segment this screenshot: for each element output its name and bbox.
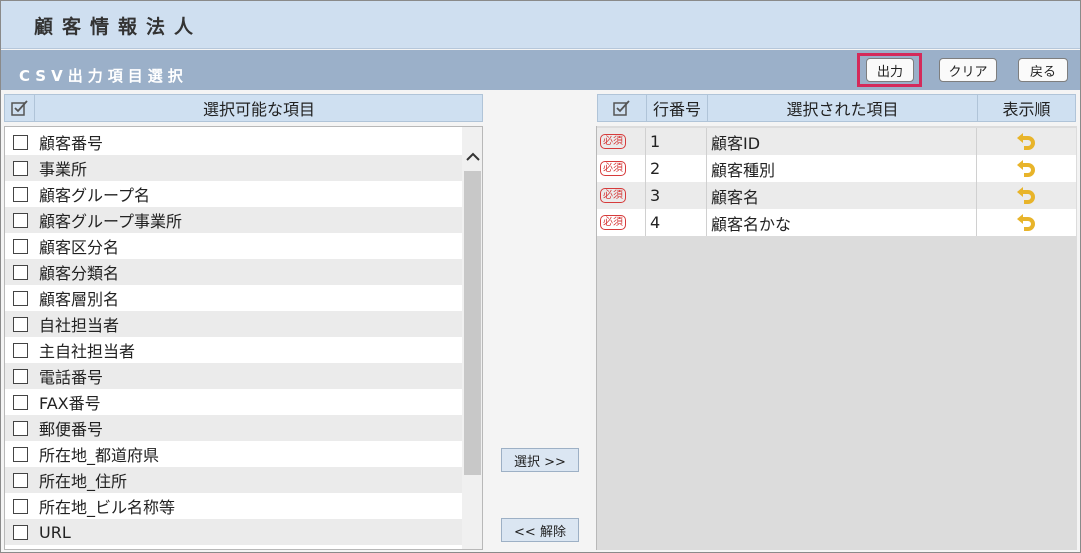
list-item[interactable]: 顧客グループ名 (5, 181, 462, 207)
item-checkbox[interactable] (13, 290, 28, 306)
select-all-selected-checkbox[interactable] (598, 95, 647, 121)
required-badge: 必須 (600, 188, 626, 203)
output-button[interactable]: 出力 (866, 58, 914, 82)
list-item[interactable]: 顧客分類名 (5, 259, 462, 285)
display-order-cell[interactable] (977, 209, 1074, 236)
undo-arrow-icon[interactable] (1015, 131, 1037, 153)
display-order-cell[interactable] (977, 155, 1074, 182)
page-header: 顧客情報法人 (1, 1, 1080, 49)
item-checkbox[interactable] (13, 342, 28, 358)
item-checkbox[interactable] (13, 186, 28, 202)
scroll-up-button[interactable] (462, 145, 482, 169)
page-title: 顧客情報法人 (34, 16, 203, 38)
required-badge: 必須 (600, 161, 626, 176)
list-item[interactable]: 顧客層別名 (5, 285, 462, 311)
item-checkbox[interactable] (13, 160, 28, 176)
list-item[interactable]: 自社担当者 (5, 311, 462, 337)
chevron-up-icon (465, 152, 480, 161)
list-item[interactable]: 電話番号 (5, 363, 462, 389)
row-number: 2 (646, 155, 707, 182)
list-item[interactable]: 顧客グループ事業所 (5, 207, 462, 233)
item-checkbox[interactable] (13, 524, 28, 540)
list-item[interactable]: FAX番号 (5, 389, 462, 415)
undo-arrow-icon[interactable] (1015, 212, 1037, 234)
item-checkbox[interactable] (13, 472, 28, 488)
release-button[interactable]: << 解除 (501, 518, 579, 542)
check-all-icon (10, 100, 28, 116)
item-checkbox[interactable] (13, 368, 28, 384)
selected-items-header: 行番号 選択された項目 表示順 (597, 94, 1076, 122)
list-item[interactable]: 所在地_ビル名称等 (5, 493, 462, 519)
list-item[interactable]: 所在地_都道府県 (5, 441, 462, 467)
list-item[interactable]: 郵便番号 (5, 415, 462, 441)
select-button[interactable]: 選択 >> (501, 448, 579, 472)
list-item[interactable]: 所在地_住所 (5, 467, 462, 493)
list-item[interactable]: 主自社担当者 (5, 337, 462, 363)
required-badge: 必須 (600, 215, 626, 230)
item-checkbox[interactable] (13, 238, 28, 254)
select-all-checkbox[interactable] (5, 95, 35, 121)
item-checkbox[interactable] (13, 394, 28, 410)
row-number: 1 (646, 128, 707, 155)
row-number-header: 行番号 (647, 95, 708, 121)
list-scrollbar[interactable] (462, 127, 482, 549)
display-order-header: 表示順 (1002, 100, 1051, 119)
table-row[interactable]: 必須 2 顧客種別 (597, 155, 1076, 182)
display-order-cell[interactable] (977, 128, 1074, 155)
table-row[interactable]: 必須 3 顧客名 (597, 182, 1076, 209)
clear-button[interactable]: クリア (939, 58, 997, 82)
table-row[interactable]: 必須 4 顧客名かな (597, 209, 1076, 236)
list-item[interactable]: 顧客番号 (5, 129, 462, 155)
list-item[interactable]: URL (5, 519, 462, 545)
item-checkbox[interactable] (13, 212, 28, 228)
table-row[interactable]: 必須 1 顧客ID (597, 128, 1076, 155)
row-number: 4 (646, 209, 707, 236)
selected-item-label: 顧客種別 (707, 155, 977, 182)
item-checkbox[interactable] (13, 420, 28, 436)
selected-item-label: 顧客名かな (707, 209, 977, 236)
undo-arrow-icon[interactable] (1015, 185, 1037, 207)
item-checkbox[interactable] (13, 446, 28, 462)
available-items-title: 選択可能な項目 (202, 100, 315, 119)
selected-item-label: 顧客名 (707, 182, 977, 209)
scroll-thumb[interactable] (464, 171, 481, 475)
item-checkbox[interactable] (13, 316, 28, 332)
list-item[interactable]: 事業所 (5, 155, 462, 181)
item-checkbox[interactable] (13, 498, 28, 514)
available-items-list: 顧客番号 事業所 顧客グループ名 顧客グループ事業所 顧客区分名 顧客分類名 顧… (4, 126, 483, 550)
row-number: 3 (646, 182, 707, 209)
item-checkbox[interactable] (13, 264, 28, 280)
check-all-icon (613, 100, 630, 116)
available-items-header: 選択可能な項目 (4, 94, 483, 122)
selected-item-header: 選択された項目 (708, 95, 978, 121)
display-order-cell[interactable] (977, 182, 1074, 209)
selected-item-label: 顧客ID (707, 128, 977, 155)
back-button[interactable]: 戻る (1018, 58, 1068, 82)
section-title: CSV出力項目選択 (19, 67, 188, 85)
undo-arrow-icon[interactable] (1015, 158, 1037, 180)
item-checkbox[interactable] (13, 134, 28, 150)
list-item[interactable]: 顧客区分名 (5, 233, 462, 259)
required-badge: 必須 (600, 134, 626, 149)
